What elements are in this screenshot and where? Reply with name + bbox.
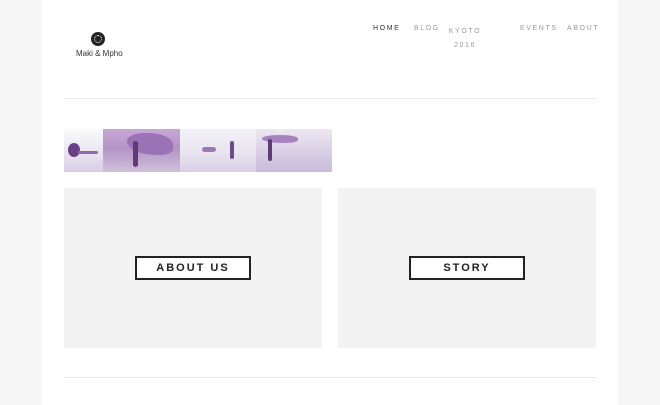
page-container: Maki & Mpho HOME BLOG KYOTO 2016 EVENTS … [42,0,618,405]
nav-kyoto-sublabel: 2016 [454,42,476,49]
site-logo[interactable]: Maki & Mpho [76,32,123,58]
nav-events[interactable]: EVENTS [520,25,558,32]
banner-photo-4 [256,129,332,172]
banner-image-strip [64,129,332,172]
banner-photo-1 [64,129,103,172]
logo-text: Maki & Mpho [76,49,123,58]
about-us-button[interactable]: ABOUT US [135,256,251,280]
story-card[interactable]: STORY [338,188,596,348]
nav-kyoto-label: KYOTO [448,28,482,35]
banner-photo-3 [180,129,256,172]
story-button[interactable]: STORY [409,256,525,280]
nav-kyoto-2016[interactable]: KYOTO 2016 [445,25,485,53]
nav-blog[interactable]: BLOG [414,25,440,32]
nav-home[interactable]: HOME [373,25,400,32]
footer-divider [64,377,596,378]
about-us-card[interactable]: ABOUT US [64,188,322,348]
circular-seal-icon [91,32,105,46]
nav-about[interactable]: ABOUT [567,25,599,32]
header-divider [64,98,596,99]
banner-photo-2 [103,129,180,172]
